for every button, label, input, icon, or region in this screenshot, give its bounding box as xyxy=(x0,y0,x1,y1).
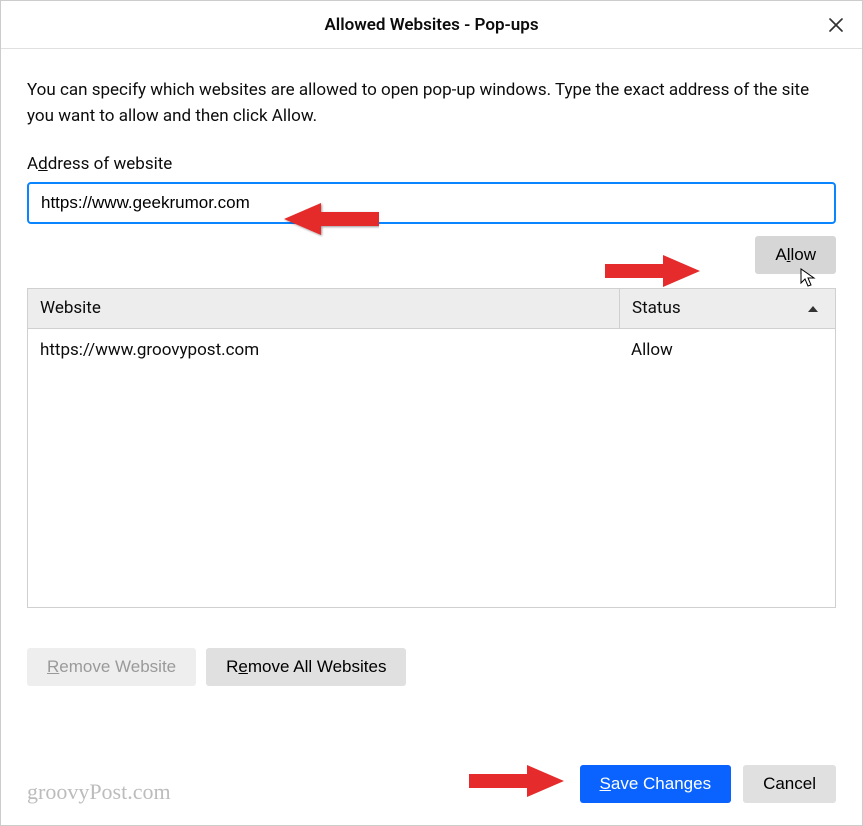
allow-button[interactable]: Allow xyxy=(755,236,836,274)
dialog-description: You can specify which websites are allow… xyxy=(27,77,836,130)
dialog-footer: Save Changes Cancel xyxy=(580,765,836,803)
table-header: Website Status xyxy=(28,289,835,329)
watermark-text: groovyPost.com xyxy=(27,779,171,805)
save-changes-button[interactable]: Save Changes xyxy=(580,765,732,803)
allowed-sites-table: Website Status https://www.groovypost.co… xyxy=(27,288,836,608)
popup-allowed-websites-dialog: Allowed Websites - Pop-ups You can speci… xyxy=(0,0,863,826)
sort-ascending-icon xyxy=(807,298,819,318)
column-header-status[interactable]: Status xyxy=(619,289,835,328)
address-label: Address of website xyxy=(27,154,836,174)
remove-website-button: Remove Website xyxy=(27,648,196,686)
cancel-button[interactable]: Cancel xyxy=(743,765,836,803)
column-header-website[interactable]: Website xyxy=(28,298,619,318)
dialog-titlebar: Allowed Websites - Pop-ups xyxy=(1,1,862,49)
cell-status: Allow xyxy=(619,340,835,360)
close-button[interactable] xyxy=(824,13,848,37)
allow-row: Allow xyxy=(27,236,836,274)
dialog-content: You can specify which websites are allow… xyxy=(1,49,862,702)
table-row[interactable]: https://www.groovypost.com Allow xyxy=(28,329,835,371)
close-icon xyxy=(828,17,844,33)
remove-buttons-row: Remove Website Remove All Websites xyxy=(27,648,836,686)
address-input[interactable] xyxy=(27,182,836,224)
cell-website: https://www.groovypost.com xyxy=(28,340,619,360)
dialog-title: Allowed Websites - Pop-ups xyxy=(324,15,538,35)
remove-all-websites-button[interactable]: Remove All Websites xyxy=(206,648,406,686)
annotation-arrow-icon xyxy=(469,761,569,801)
